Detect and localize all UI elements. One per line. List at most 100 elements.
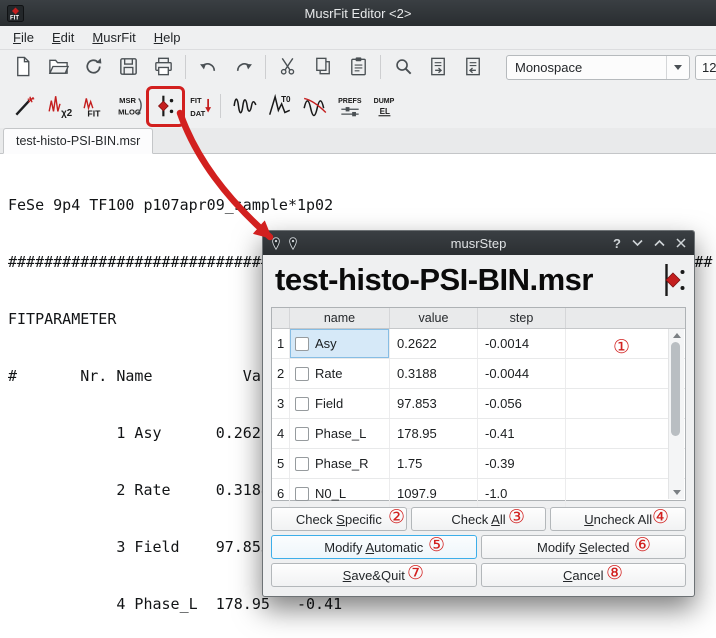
param-name-cell[interactable]: Phase_L — [290, 419, 390, 448]
row-checkbox[interactable] — [295, 487, 309, 501]
param-value-cell[interactable]: 97.853 — [390, 389, 478, 418]
modify-automatic-button[interactable]: Modify Automatic — [271, 535, 477, 559]
musrview-button[interactable] — [228, 87, 262, 125]
param-name-cell[interactable]: Asy — [290, 329, 390, 358]
param-step-cell[interactable]: -0.0044 — [478, 359, 566, 388]
col-header-value[interactable]: value — [390, 308, 478, 328]
fit-dat-button[interactable]: FITDAT — [183, 87, 217, 125]
pin-icons — [269, 236, 300, 251]
row-number[interactable]: 1 — [272, 329, 290, 358]
svg-text:DAT: DAT — [190, 109, 205, 118]
menu-musrfit[interactable]: MusrFit — [83, 27, 144, 48]
param-value-cell[interactable]: 0.2622 — [390, 329, 478, 358]
param-step-cell[interactable]: -0.39 — [478, 449, 566, 478]
close-icon[interactable] — [676, 238, 686, 248]
row-checkbox[interactable] — [295, 427, 309, 441]
param-step-cell[interactable]: -0.41 — [478, 419, 566, 448]
button-label: Uncheck All — [584, 512, 652, 527]
row-checkbox[interactable] — [295, 337, 309, 351]
t0-icon: T0 — [267, 93, 293, 119]
print-button[interactable] — [148, 52, 178, 82]
cancel-button[interactable]: Cancel — [481, 563, 687, 587]
redo-button[interactable] — [228, 52, 258, 82]
param-name-cell[interactable]: N0_L — [290, 479, 390, 508]
scroll-up-arrow-icon[interactable] — [669, 330, 684, 341]
row-checkbox[interactable] — [295, 457, 309, 471]
pin-icon — [269, 236, 283, 251]
scroll-down-arrow-icon[interactable] — [669, 487, 684, 498]
new-file-button[interactable] — [8, 52, 38, 82]
copy-icon — [312, 55, 335, 78]
save-quit-button[interactable]: Save&Quit — [271, 563, 477, 587]
scrollbar-thumb[interactable] — [671, 342, 680, 436]
row-checkbox[interactable] — [295, 397, 309, 411]
menu-file[interactable]: File — [4, 27, 43, 48]
param-name-cell[interactable]: Rate — [290, 359, 390, 388]
font-size-spinbox[interactable]: 12 — [695, 55, 716, 80]
row-number[interactable]: 6 — [272, 479, 290, 508]
param-name: Asy — [315, 336, 337, 351]
row-number[interactable]: 3 — [272, 389, 290, 418]
musrfit-fit-button[interactable]: FIT — [78, 87, 112, 125]
param-value-cell[interactable]: 0.3188 — [390, 359, 478, 388]
reload-icon — [82, 55, 105, 78]
callout-3: ③ — [508, 508, 525, 528]
msr-mlog-swap-button[interactable]: MSRMLOG — [113, 87, 147, 125]
fft-wave-icon — [302, 93, 328, 119]
param-value-cell[interactable]: 1.75 — [390, 449, 478, 478]
modify-selected-button[interactable]: Modify Selected — [481, 535, 687, 559]
window-titlebar[interactable]: FIT MusrFit Editor <2> — [0, 0, 716, 26]
param-step-cell[interactable]: -0.0014 — [478, 329, 566, 358]
musrprefs-button[interactable]: PREFS — [333, 87, 367, 125]
param-value-cell[interactable]: 178.95 — [390, 419, 478, 448]
callout-8: ⑧ — [606, 564, 623, 584]
dialog-titlebar[interactable]: musrStep ? — [263, 231, 694, 255]
menu-edit[interactable]: Edit — [43, 27, 83, 48]
maximize-icon[interactable] — [654, 239, 665, 247]
find-button[interactable] — [388, 52, 418, 82]
param-step-cell[interactable]: -0.056 — [478, 389, 566, 418]
menu-help[interactable]: Help — [145, 27, 190, 48]
save-button[interactable] — [113, 52, 143, 82]
musrfit-chi2-button[interactable]: χ2 — [43, 87, 77, 125]
font-family-combo[interactable]: Monospace — [506, 55, 690, 80]
minimize-icon[interactable] — [632, 239, 643, 247]
musrstep-dialog: musrStep ? test-histo-PSI-BIN.msr name v… — [262, 230, 695, 597]
check-all-button[interactable]: Check All — [411, 507, 547, 531]
open-file-button[interactable] — [43, 52, 73, 82]
musrfft-button[interactable] — [298, 87, 332, 125]
param-name-cell[interactable]: Phase_R — [290, 449, 390, 478]
print-icon — [152, 55, 175, 78]
param-name-cell[interactable]: Field — [290, 389, 390, 418]
undo-button[interactable] — [193, 52, 223, 82]
col-header-name[interactable]: name — [290, 308, 390, 328]
paste-button[interactable] — [343, 52, 373, 82]
help-button[interactable]: ? — [613, 236, 621, 251]
find-next-button[interactable] — [423, 52, 453, 82]
copy-button[interactable] — [308, 52, 338, 82]
find-previous-button[interactable] — [458, 52, 488, 82]
musrfit-wizard-button[interactable] — [8, 87, 42, 125]
callout-4: ④ — [652, 508, 669, 528]
col-header-step[interactable]: step — [478, 308, 566, 328]
row-number[interactable]: 2 — [272, 359, 290, 388]
check-specific-button[interactable]: Check Specific — [271, 507, 407, 531]
svg-text:DUMP: DUMP — [374, 98, 395, 105]
row-checkbox[interactable] — [295, 367, 309, 381]
param-step-cell[interactable]: -1.0 — [478, 479, 566, 508]
toolbar-separator — [185, 55, 186, 79]
svg-text:FIT: FIT — [87, 108, 101, 118]
param-value-cell[interactable]: 1097.9 — [390, 479, 478, 508]
save-icon — [117, 55, 140, 78]
row-number[interactable]: 4 — [272, 419, 290, 448]
musrt0-button[interactable]: T0 — [263, 87, 297, 125]
toolbar-separator — [220, 94, 221, 118]
tab-msr-file[interactable]: test-histo-PSI-BIN.msr — [3, 128, 153, 154]
musrdump-button[interactable]: DUMPEL — [368, 87, 402, 125]
cut-button[interactable] — [273, 52, 303, 82]
reload-button[interactable] — [78, 52, 108, 82]
table-scrollbar[interactable] — [668, 329, 684, 499]
row-number[interactable]: 5 — [272, 449, 290, 478]
button-label: Save&Quit — [343, 568, 405, 583]
fit-icon: FIT — [82, 93, 108, 119]
